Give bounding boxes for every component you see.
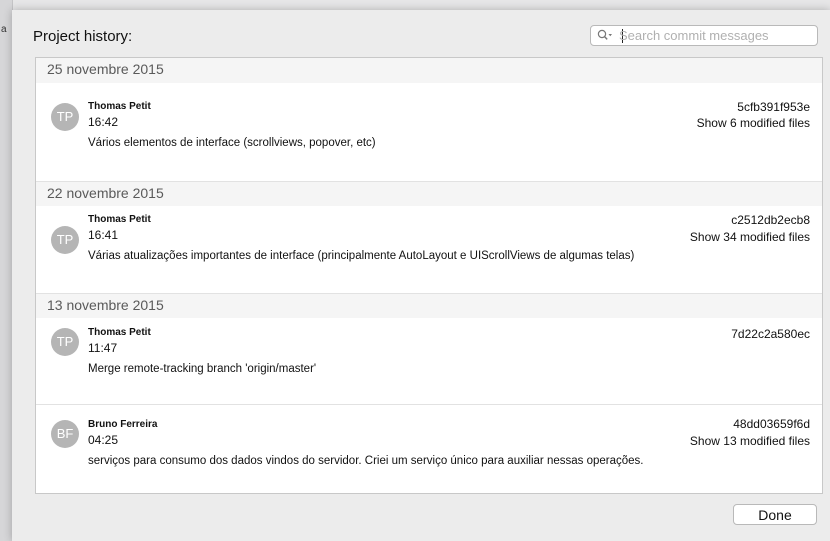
commit-author: Thomas Petit <box>88 214 151 225</box>
commit-row[interactable]: BF Bruno Ferreira 04:25 48dd03659f6d Sho… <box>36 404 822 493</box>
search-input[interactable] <box>619 27 814 44</box>
commit-time: 04:25 <box>88 433 119 447</box>
commit-message: Merge remote-tracking branch 'origin/mas… <box>88 363 317 375</box>
commit-history-list[interactable]: 25 novembre 2015 TP Thomas Petit 16:42 5… <box>35 57 823 494</box>
commit-row[interactable]: TP Thomas Petit 16:42 5cfb391f953e Show … <box>36 83 822 173</box>
avatar: BF <box>51 420 79 448</box>
avatar: TP <box>51 226 79 254</box>
project-history-sheet: Project history: 25 novembre 2015 TP Tho… <box>12 10 830 541</box>
show-modified-files-link[interactable]: Show 34 modified files <box>690 230 810 244</box>
commit-hash: 48dd03659f6d <box>733 417 810 431</box>
commit-time: 16:42 <box>88 115 119 129</box>
search-field[interactable] <box>590 25 818 46</box>
commit-hash: c2512db2ecb8 <box>731 213 810 227</box>
commit-time: 16:41 <box>88 228 119 242</box>
date-header: 25 novembre 2015 <box>36 58 822 83</box>
search-icon <box>597 29 612 40</box>
commit-row[interactable]: TP Thomas Petit 11:47 7d22c2a580ec Merge… <box>36 318 822 408</box>
background-window-text: a <box>1 24 7 35</box>
commit-author: Bruno Ferreira <box>88 419 158 430</box>
avatar: TP <box>51 103 79 131</box>
dialog-title: Project history: <box>33 28 133 45</box>
show-modified-files-link[interactable]: Show 6 modified files <box>697 116 810 130</box>
commit-author: Thomas Petit <box>88 101 151 112</box>
date-header: 13 novembre 2015 <box>36 293 822 318</box>
commit-hash: 5cfb391f953e <box>737 100 810 114</box>
date-header: 22 novembre 2015 <box>36 181 822 206</box>
commit-time: 11:47 <box>88 341 118 355</box>
avatar: TP <box>51 328 79 356</box>
commit-message: Várias atualizações importantes de inter… <box>88 250 635 262</box>
commit-hash: 7d22c2a580ec <box>731 327 810 341</box>
done-button[interactable]: Done <box>733 504 817 525</box>
commit-row[interactable]: TP Thomas Petit 16:41 c2512db2ecb8 Show … <box>36 206 822 296</box>
commit-message: Vários elementos de interface (scrollvie… <box>88 137 376 149</box>
commit-message: serviços para consumo dos dados vindos d… <box>88 455 644 467</box>
commit-author: Thomas Petit <box>88 327 151 338</box>
show-modified-files-link[interactable]: Show 13 modified files <box>690 434 810 448</box>
